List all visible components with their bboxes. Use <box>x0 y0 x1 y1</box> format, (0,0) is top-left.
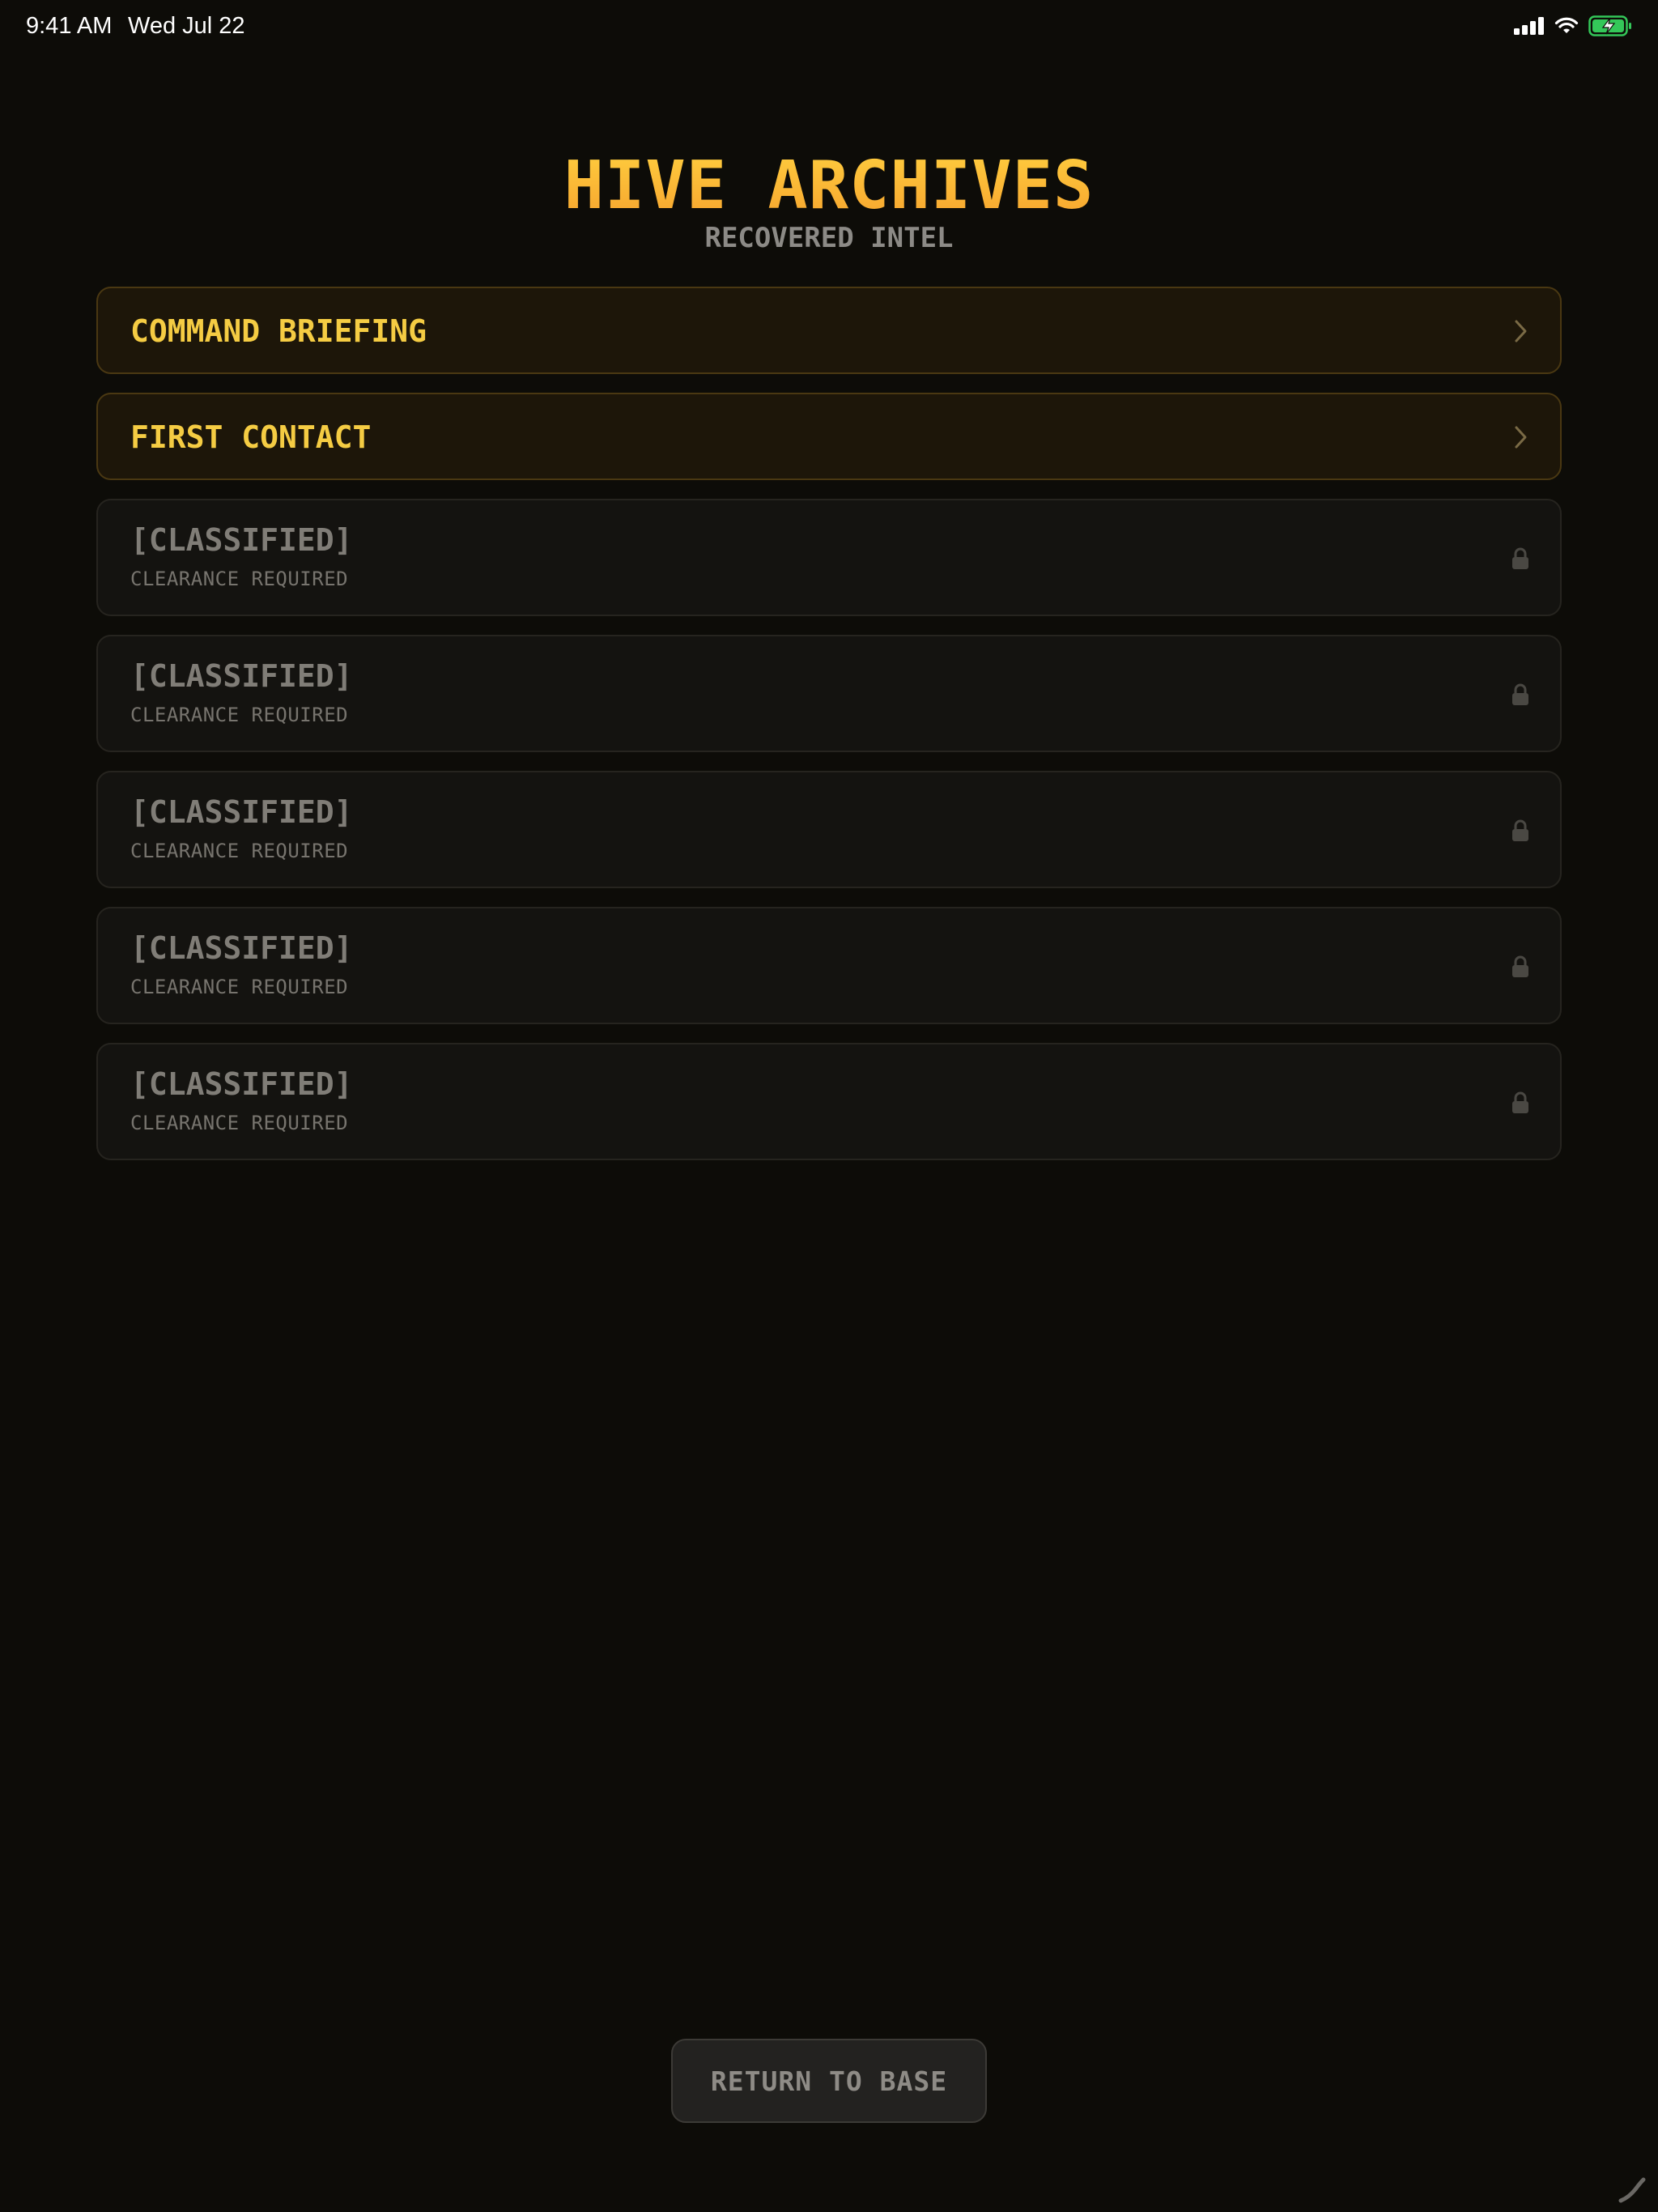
archive-item-command-briefing[interactable]: COMMAND BRIEFING <box>96 287 1562 374</box>
archive-item-classified[interactable]: [CLASSIFIED] CLEARANCE REQUIRED <box>96 635 1562 752</box>
archive-item-classified[interactable]: [CLASSIFIED] CLEARANCE REQUIRED <box>96 771 1562 888</box>
chevron-right-icon <box>1515 426 1527 449</box>
status-bar: 9:41 AM Wed Jul 22 <box>0 0 1658 52</box>
lock-icon <box>1512 547 1528 569</box>
archive-item-label: [CLASSIFIED] <box>130 522 353 558</box>
status-time: 9:41 AM <box>26 13 113 39</box>
return-to-base-button[interactable]: RETURN TO BASE <box>671 2039 987 2123</box>
lock-icon <box>1512 1091 1528 1113</box>
archive-item-label: FIRST CONTACT <box>130 419 372 455</box>
archive-item-sublabel: CLEARANCE REQUIRED <box>130 976 349 998</box>
lock-icon <box>1512 955 1528 977</box>
archive-item-label: [CLASSIFIED] <box>130 658 353 694</box>
archive-item-sublabel: CLEARANCE REQUIRED <box>130 568 349 590</box>
archive-item-sublabel: CLEARANCE REQUIRED <box>130 704 349 726</box>
archive-item-label: [CLASSIFIED] <box>130 1066 353 1102</box>
page-subtitle: RECOVERED INTEL <box>704 222 954 254</box>
archive-item-label: [CLASSIFIED] <box>130 930 353 966</box>
chevron-right-icon <box>1515 320 1527 342</box>
cellular-signal-icon <box>1514 17 1544 35</box>
archive-list: COMMAND BRIEFING FIRST CONTACT [CLASSIFI… <box>96 287 1562 1179</box>
archive-item-classified[interactable]: [CLASSIFIED] CLEARANCE REQUIRED <box>96 907 1562 1024</box>
page-title: HIVE ARCHIVES <box>0 146 1658 227</box>
status-date: Wed Jul 22 <box>128 13 245 39</box>
archive-item-classified[interactable]: [CLASSIFIED] CLEARANCE REQUIRED <box>96 1043 1562 1160</box>
scribble-handle-icon[interactable] <box>1618 2175 1647 2204</box>
archive-item-classified[interactable]: [CLASSIFIED] CLEARANCE REQUIRED <box>96 499 1562 616</box>
wifi-icon <box>1554 17 1579 33</box>
archive-item-label: [CLASSIFIED] <box>130 794 353 830</box>
archive-item-sublabel: CLEARANCE REQUIRED <box>130 840 349 862</box>
archive-item-sublabel: CLEARANCE REQUIRED <box>130 1112 349 1134</box>
status-icons <box>1514 15 1632 37</box>
lock-icon <box>1512 819 1528 841</box>
archive-item-first-contact[interactable]: FIRST CONTACT <box>96 393 1562 480</box>
lock-icon <box>1512 683 1528 705</box>
battery-charging-icon <box>1588 15 1631 36</box>
archive-item-label: COMMAND BRIEFING <box>130 313 427 349</box>
